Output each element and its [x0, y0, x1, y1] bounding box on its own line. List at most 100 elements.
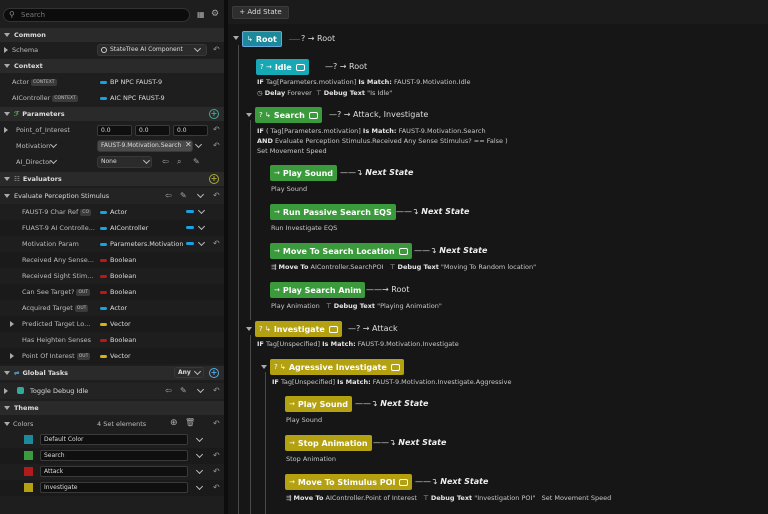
task-state-play-sound[interactable]: → Play Sound — [270, 165, 338, 181]
delete-icon[interactable]: 🗑 — [185, 419, 195, 427]
type-pill-icon — [100, 354, 107, 358]
poi-x-field[interactable]: 0.0 — [97, 125, 132, 136]
expand-arrow-icon[interactable] — [4, 47, 8, 53]
task-state-move-loc[interactable]: → Move To Search Location — [270, 243, 412, 259]
reset-icon[interactable]: ↶ — [213, 386, 220, 395]
property-label: FAUST-9 Char Ref CO — [22, 208, 91, 216]
state-investigate[interactable]: ? ↳ Investigate — [255, 321, 342, 337]
collapse-arrow-icon — [4, 406, 10, 410]
browse-icon[interactable]: ⇦ — [165, 387, 172, 395]
section-parameters[interactable]: ℱ Parameters + — [0, 107, 224, 121]
schema-dropdown[interactable]: StateTree AI Component — [97, 44, 207, 56]
add-state-button[interactable]: + Add State — [232, 6, 289, 19]
task-state-run-eqs[interactable]: → Run Passive Search EQS — [270, 204, 396, 220]
task-state-play-anim[interactable]: → Play Search Anim — [270, 282, 366, 298]
color-name-field[interactable]: Investigate — [40, 482, 188, 493]
collapse-arrow-icon[interactable] — [4, 422, 10, 426]
chevron-down-icon[interactable] — [195, 450, 204, 459]
property-value[interactable]: Actor — [100, 304, 127, 312]
task-state-stop-anim[interactable]: → Stop Animation — [285, 435, 372, 451]
parameters-icon: ℱ — [14, 110, 20, 118]
color-name-field[interactable]: Search — [40, 450, 188, 461]
add-element-icon[interactable]: ⊕ — [170, 419, 178, 428]
collapse-arrow-icon[interactable] — [233, 36, 239, 40]
section-common[interactable]: Common — [0, 28, 224, 42]
chevron-down-icon[interactable] — [195, 466, 204, 475]
motivation-tag-field[interactable]: FAUST-9.Motivation.Search — [97, 140, 193, 152]
expand-arrow-icon[interactable] — [10, 321, 14, 327]
property-value[interactable]: AIController — [100, 224, 148, 232]
reset-icon[interactable]: ↶ — [213, 239, 220, 248]
reset-icon[interactable]: ↶ — [213, 45, 220, 54]
state-idle[interactable]: ? → Idle — [256, 59, 309, 75]
search-input[interactable]: ⚲ Search — [3, 8, 190, 22]
add-task-icon[interactable]: + — [209, 368, 219, 378]
chevron-down-icon[interactable] — [195, 434, 204, 443]
expand-arrow-icon[interactable] — [10, 353, 14, 359]
property-value[interactable]: Parameters.Motivation — [100, 240, 184, 248]
state-search[interactable]: ? ↳ Search — [255, 107, 322, 123]
edit-icon[interactable]: ✎ — [180, 192, 187, 200]
settings-gear-icon[interactable]: ⚙ — [211, 10, 219, 19]
property-value[interactable]: Boolean — [100, 336, 136, 344]
view-options-icon[interactable]: ▦ — [197, 11, 205, 19]
chevron-down-icon[interactable] — [197, 206, 206, 215]
color-swatch[interactable] — [24, 483, 33, 492]
collapse-arrow-icon[interactable] — [261, 365, 267, 369]
param-director-row: AI_Director None ⇦ ⌕ ✎ — [16, 156, 200, 168]
chevron-down-icon[interactable] — [49, 140, 58, 149]
property-value[interactable]: Vector — [100, 352, 131, 360]
property-value[interactable]: Boolean — [100, 288, 136, 296]
property-value[interactable]: Boolean — [100, 272, 136, 280]
property-value[interactable]: Actor — [100, 208, 127, 216]
reset-icon[interactable]: ↶ — [213, 467, 220, 476]
reset-icon[interactable]: ↶ — [213, 191, 220, 200]
chevron-down-icon[interactable] — [197, 222, 206, 231]
theme-colors-row: Colors 4 Set elements ⊕ 🗑 ↶ — [0, 416, 224, 432]
property-label: Predicted Target Lo... — [22, 320, 91, 328]
global-task-item[interactable]: Toggle Debug Idle ⇦ ✎ ↶ — [0, 383, 224, 399]
section-theme[interactable]: Theme — [0, 401, 224, 415]
color-swatch[interactable] — [24, 467, 33, 476]
collapse-arrow-icon[interactable] — [246, 327, 252, 331]
section-evaluators[interactable]: ☷ Evaluators + — [0, 172, 224, 186]
chevron-down-icon[interactable] — [196, 385, 205, 394]
reset-icon[interactable]: ↶ — [213, 141, 220, 150]
browse-icon[interactable]: ⇦ — [165, 192, 172, 200]
section-global-tasks[interactable]: ⇌ Global Tasks Any + — [0, 366, 224, 380]
poi-z-field[interactable]: 0.0 — [173, 125, 208, 136]
picker-icon[interactable]: ✎ — [193, 158, 200, 166]
reset-icon[interactable]: ↶ — [213, 419, 220, 428]
evaluator-item[interactable]: Evaluate Perception Stimulus ⇦ ✎ ↶ — [0, 188, 224, 204]
task-state-play-sound2[interactable]: → Play Sound — [285, 396, 353, 412]
color-name-field[interactable]: Default Color — [40, 434, 188, 445]
property-value[interactable]: Vector — [100, 320, 131, 328]
color-swatch[interactable] — [24, 435, 33, 444]
edit-icon[interactable]: ✎ — [180, 387, 187, 395]
find-icon[interactable]: ⌕ — [177, 158, 181, 166]
add-evaluator-icon[interactable]: + — [209, 174, 219, 184]
chevron-down-icon[interactable] — [197, 238, 206, 247]
poi-y-field[interactable]: 0.0 — [135, 125, 170, 136]
state-agressive-investigate[interactable]: ? ↳ Agressive Investigate — [270, 359, 404, 375]
chevron-down-icon[interactable] — [195, 482, 204, 491]
reset-icon[interactable]: ↶ — [213, 451, 220, 460]
state-root[interactable]: ↳ Root — [242, 31, 282, 47]
expand-arrow-icon[interactable] — [4, 127, 8, 133]
property-value[interactable]: Boolean — [100, 256, 136, 264]
evaluator-property-row: Received Any Sense... Boolean — [0, 252, 224, 268]
theme-color-entry: Investigate ↶ — [0, 480, 224, 496]
section-context[interactable]: Context — [0, 59, 224, 73]
color-swatch[interactable] — [24, 451, 33, 460]
task-state-move-poi[interactable]: → Move To Stimulus POI — [285, 474, 413, 490]
reset-icon[interactable]: ↶ — [213, 125, 220, 134]
toolbar: + Add State — [228, 0, 768, 24]
color-name-field[interactable]: Attack — [40, 466, 188, 477]
chevron-down-icon[interactable] — [196, 190, 205, 199]
browse-arrow-icon[interactable]: ⇦ — [162, 158, 169, 166]
chevron-down-icon[interactable] — [194, 140, 203, 149]
reset-icon[interactable]: ↶ — [213, 483, 220, 492]
add-parameter-icon[interactable]: + — [209, 109, 219, 119]
collapse-arrow-icon[interactable] — [246, 113, 252, 117]
clear-tag-icon[interactable]: ✕ — [185, 140, 192, 149]
